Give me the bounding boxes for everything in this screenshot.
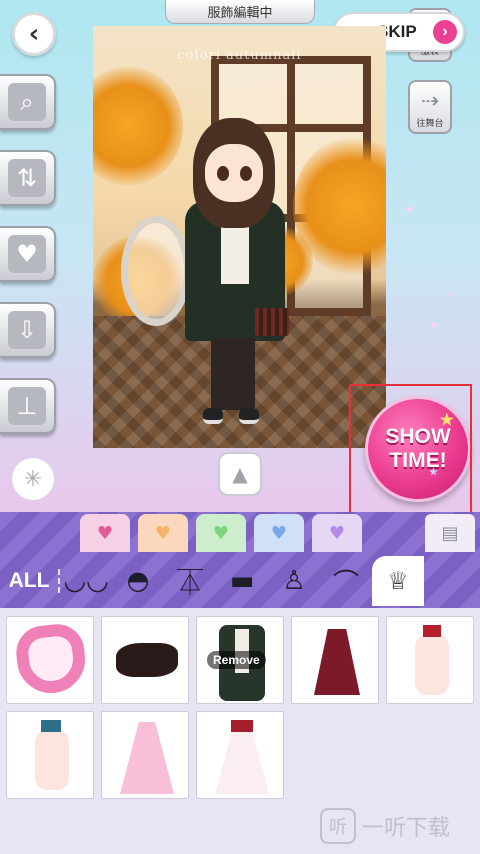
- orange-heart-icon: ♥: [154, 522, 172, 544]
- highlight-box: [349, 384, 472, 522]
- remove-label[interactable]: Remove: [207, 651, 266, 669]
- category-row: ALL ◡◡ ◓ ⏄ ▬ ♙ ⌒ ♕: [0, 556, 480, 606]
- watermark: 听 一听下载: [320, 808, 450, 844]
- multicolor-heart-icon: ♥: [96, 522, 114, 544]
- character-legs: [211, 338, 255, 410]
- photo-caption: colori autumnali: [177, 48, 302, 63]
- item-white-dress[interactable]: [196, 711, 284, 799]
- sparkle-decoration: ✦: [404, 202, 416, 218]
- tab-green[interactable]: ♥: [196, 514, 246, 552]
- download-outfit-button[interactable]: ⇩: [0, 302, 56, 358]
- sparkle-decoration: ✦: [428, 318, 440, 334]
- tab-multicolor[interactable]: ♥: [80, 514, 130, 552]
- autumn-leaves: [93, 66, 183, 186]
- download-shirt-icon: ⇩: [8, 311, 46, 349]
- loading-spinner-icon: ✳: [12, 458, 54, 500]
- tab-all-colors[interactable]: [0, 512, 74, 552]
- category-all[interactable]: ALL: [0, 569, 60, 593]
- character-shoe: [203, 408, 223, 424]
- blue-heart-icon: ♥: [270, 522, 288, 544]
- add-stand-button[interactable]: ⊥: [0, 378, 56, 434]
- chevron-left-icon: ‹: [28, 19, 40, 49]
- chevron-right-icon: ›: [433, 20, 457, 44]
- item-green-coat[interactable]: Remove: [196, 616, 284, 704]
- item-red-dress[interactable]: [291, 616, 379, 704]
- page-title: 服飾編輯中: [165, 0, 315, 24]
- character-bag: [255, 308, 289, 336]
- pose-icon[interactable]: ♙: [268, 556, 320, 606]
- red-dress-image: [314, 629, 360, 695]
- expand-panel-button[interactable]: ▲: [218, 452, 262, 496]
- tab-blue[interactable]: ♥: [254, 514, 304, 552]
- character-face: [205, 144, 263, 202]
- white-blouse-image: [415, 635, 449, 695]
- shoes-icon[interactable]: ⌒: [320, 556, 372, 606]
- watermark-logo: 听: [320, 808, 356, 844]
- face-icon[interactable]: ◡◡: [60, 556, 112, 606]
- character-eye: [217, 166, 229, 181]
- chevron-up-icon: ▲: [232, 462, 248, 486]
- character-eye: [240, 166, 252, 181]
- favorite-add-button[interactable]: ♥: [0, 226, 56, 282]
- stand-icon: ▤: [441, 522, 459, 544]
- character-shoe: [239, 408, 259, 424]
- accessory-icon[interactable]: ♕: [372, 556, 424, 606]
- heart-stand-image: [13, 621, 89, 697]
- zoom-button[interactable]: ⌕: [0, 74, 56, 130]
- tab-purple[interactable]: ♥: [312, 514, 362, 552]
- item-heart-stand[interactable]: [6, 616, 94, 704]
- tab-orange[interactable]: ♥: [138, 514, 188, 552]
- back-button[interactable]: ‹: [12, 12, 56, 56]
- stage-label: 往舞台: [416, 119, 444, 129]
- stage-icon: ⇢: [420, 89, 440, 114]
- red-bow-image: [423, 625, 441, 637]
- bottom-icon[interactable]: ▬: [216, 556, 268, 606]
- top-icon[interactable]: ⏄: [164, 556, 216, 606]
- item-white-blouse[interactable]: [386, 616, 474, 704]
- search-icon: ⌕: [8, 83, 46, 121]
- character-preview[interactable]: colori autumnali: [93, 26, 386, 448]
- go-to-stage-button[interactable]: ⇢ 往舞台: [408, 80, 452, 134]
- mirror-prop: [121, 216, 191, 326]
- green-heart-icon: ♥: [212, 522, 230, 544]
- blue-bow-blouse-image: [35, 730, 69, 790]
- sort-button[interactable]: ⇅: [0, 150, 56, 206]
- dark-outfit-image: [116, 643, 178, 677]
- pink-dress-image: [120, 722, 174, 794]
- heart-plus-icon: ♥: [8, 235, 46, 273]
- white-dress-image: [215, 724, 269, 794]
- red-bow-image: [231, 720, 253, 732]
- swap-vertical-icon: ⇅: [8, 159, 46, 197]
- blue-bow-image: [41, 720, 61, 732]
- item-dark-outfit[interactable]: [101, 616, 189, 704]
- item-blue-bow-blouse[interactable]: [6, 711, 94, 799]
- sparkle-decoration: ✧: [446, 290, 455, 301]
- stand-plus-icon: ⊥: [8, 387, 46, 425]
- hair-icon[interactable]: ◓: [112, 556, 164, 606]
- purple-heart-icon: ♥: [328, 522, 346, 544]
- watermark-text: 一听下载: [362, 816, 451, 841]
- item-pink-dress[interactable]: [101, 711, 189, 799]
- tab-stand[interactable]: ▤: [425, 514, 475, 552]
